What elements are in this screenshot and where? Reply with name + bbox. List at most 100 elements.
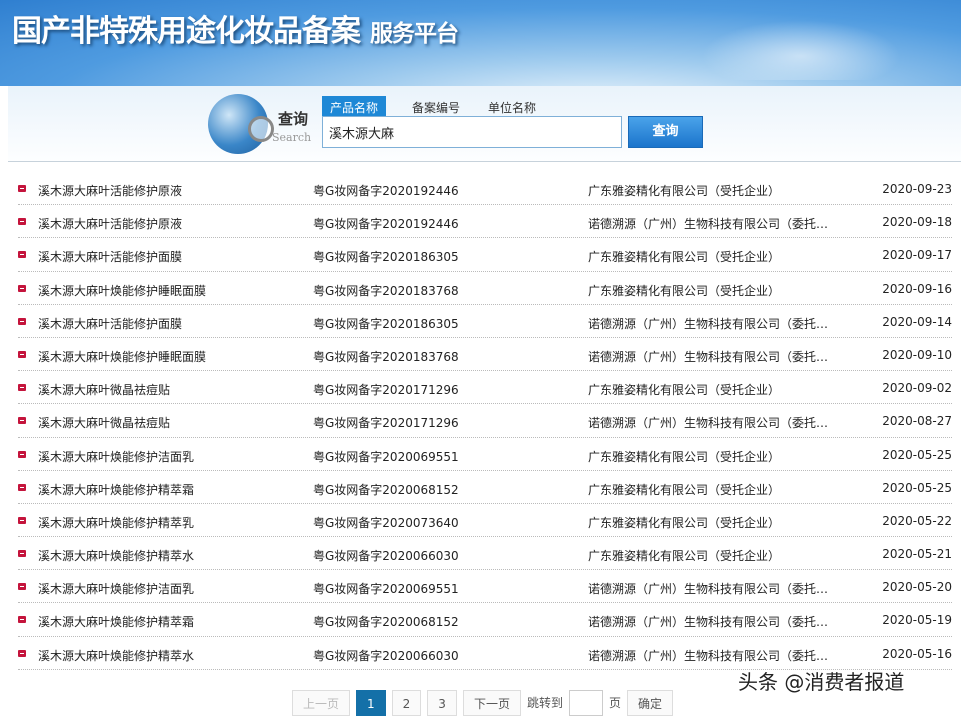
table-row[interactable]: 溪木源大麻叶活能修护原液 粤G妆网备字2020192446 诺德溯源（广州）生物科技… xyxy=(18,205,952,239)
page-unit-label: 页 xyxy=(608,696,621,710)
bullet-icon xyxy=(18,649,26,657)
record-number: 粤G妆网备字2020183768 xyxy=(313,349,459,364)
record-number: 粤G妆网备字2020192446 xyxy=(313,184,459,198)
record-date: 2020-09-16 xyxy=(882,281,952,296)
record-number: 粤G妆网备字2020073640 xyxy=(313,515,459,530)
company-name: 诺德溯源（广州）生物科技有限公司（委托… xyxy=(588,582,829,597)
magnifier-icon xyxy=(248,116,274,142)
record-date: 2020-09-18 xyxy=(882,215,952,230)
company-name: 诺德溯源（广州）生物科技有限公司（委托… xyxy=(588,615,829,630)
company-name: 广东雅姿精化有限公司（受托企业） xyxy=(588,449,781,464)
company-name: 广东雅姿精化有限公司（受托企业） xyxy=(588,515,781,530)
title-sub: 服务平台 xyxy=(370,20,459,47)
tab-record-number[interactable]: 备案编号 xyxy=(404,96,468,116)
result-list: 溪木源大麻叶活能修护原液 粤G妆网备字2020192446 广东雅姿精化有限公司（受… xyxy=(18,172,952,670)
bullet-icon xyxy=(18,516,26,524)
product-name-link[interactable]: 溪木源大麻叶焕能修护睡眠面膜 xyxy=(38,348,206,365)
table-row[interactable]: 溪木源大麻叶微晶祛痘贴 粤G妆网备字2020171296 广东雅姿精化有限公司（受托… xyxy=(18,371,952,405)
table-row[interactable]: 溪木源大麻叶焕能修护睡眠面膜 粤G妆网备字2020183768 诺德溯源（广州）生物… xyxy=(18,338,952,372)
company-name: 诺德溯源（广州）生物科技有限公司（委托… xyxy=(588,217,829,232)
record-date: 2020-05-20 xyxy=(882,580,952,595)
product-name-link[interactable]: 溪木源大麻叶焕能修护精萃霜 xyxy=(38,481,194,498)
product-name-link[interactable]: 溪木源大麻叶焕能修护睡眠面膜 xyxy=(38,282,206,299)
page-3-button[interactable]: 3 xyxy=(427,690,457,716)
tab-company-name[interactable]: 单位名称 xyxy=(480,96,544,116)
product-name-link[interactable]: 溪木源大麻叶焕能修护洁面乳 xyxy=(38,448,194,465)
page-title: 国产非特殊用途化妆品备案 服务平台 xyxy=(12,6,459,50)
product-name-link[interactable]: 溪木源大麻叶微晶祛痘贴 xyxy=(38,381,170,398)
page-2-button[interactable]: 2 xyxy=(391,690,422,716)
company-name: 广东雅姿精化有限公司（受托企业） xyxy=(588,283,781,298)
confirm-jump-button[interactable]: 确定 xyxy=(626,690,673,716)
header-banner: 国产非特殊用途化妆品备案 服务平台 xyxy=(0,0,961,86)
next-page-button[interactable]: 下一页 xyxy=(462,690,521,716)
table-row[interactable]: 溪木源大麻叶焕能修护精萃水 粤G妆网备字2020066030 诺德溯源（广州）生物科… xyxy=(18,637,952,670)
product-name-link[interactable]: 溪木源大麻叶焕能修护精萃水 xyxy=(38,647,194,664)
product-name-link[interactable]: 溪木源大麻叶焕能修护精萃霜 xyxy=(38,613,194,630)
company-name: 广东雅姿精化有限公司（受托企业） xyxy=(588,184,781,198)
bullet-icon xyxy=(18,550,26,558)
tab-product-name[interactable]: 产品名称 xyxy=(322,96,387,116)
company-name: 诺德溯源（广州）生物科技有限公司（委托… xyxy=(588,648,829,663)
product-name-link[interactable]: 溪木源大麻叶活能修护原液 xyxy=(38,182,182,199)
table-row[interactable]: 溪木源大麻叶焕能修护精萃霜 粤G妆网备字2020068152 广东雅姿精化有限公司（… xyxy=(18,471,952,504)
table-row[interactable]: 溪木源大麻叶焕能修护洁面乳 粤G妆网备字2020069551 广东雅姿精化有限公司（… xyxy=(18,438,952,471)
company-name: 广东雅姿精化有限公司（受托企业） xyxy=(588,383,781,398)
company-name: 广东雅姿精化有限公司（受托企业） xyxy=(588,549,781,564)
record-date: 2020-09-23 xyxy=(882,182,952,196)
title-main: 国产非特殊用途化妆品备案 xyxy=(12,14,361,49)
world-map-decoration xyxy=(701,20,901,80)
table-row[interactable]: 溪木源大麻叶活能修护面膜 粤G妆网备字2020186305 广东雅姿精化有限公司（受… xyxy=(18,238,952,272)
bullet-icon xyxy=(18,450,26,458)
table-row[interactable]: 溪木源大麻叶焕能修护洁面乳 粤G妆网备字2020069551 诺德溯源（广州）生物科… xyxy=(18,570,952,604)
record-number: 粤G妆网备字2020192446 xyxy=(313,217,459,232)
record-number: 粤G妆网备字2020069551 xyxy=(313,449,459,464)
record-date: 2020-05-22 xyxy=(882,513,952,528)
table-row[interactable]: 溪木源大麻叶焕能修护精萃霜 粤G妆网备字2020068152 诺德溯源（广州）生物科… xyxy=(18,603,952,637)
bullet-icon xyxy=(18,251,26,259)
company-name: 广东雅姿精化有限公司（受托企业） xyxy=(588,250,781,265)
product-name-link[interactable]: 溪木源大麻叶活能修护面膜 xyxy=(38,315,182,332)
record-number: 粤G妆网备字2020069551 xyxy=(313,582,459,597)
table-row[interactable]: 溪木源大麻叶活能修护面膜 粤G妆网备字2020186305 诺德溯源（广州）生物科技… xyxy=(18,305,952,338)
bullet-icon xyxy=(18,185,26,192)
record-date: 2020-09-17 xyxy=(882,248,952,263)
record-date: 2020-09-14 xyxy=(882,314,952,329)
product-name-link[interactable]: 溪木源大麻叶活能修护面膜 xyxy=(38,248,182,265)
record-date: 2020-05-25 xyxy=(882,480,952,495)
record-number: 粤G妆网备字2020171296 xyxy=(313,383,459,398)
product-name-link[interactable]: 溪木源大麻叶焕能修护精萃水 xyxy=(38,547,194,564)
search-input[interactable] xyxy=(322,116,622,148)
bullet-icon xyxy=(18,218,26,226)
record-number: 粤G妆网备字2020183768 xyxy=(313,283,459,298)
product-name-link[interactable]: 溪木源大麻叶焕能修护精萃乳 xyxy=(38,514,194,531)
table-row[interactable]: 溪木源大麻叶焕能修护精萃乳 粤G妆网备字2020073640 广东雅姿精化有限公司（… xyxy=(18,504,952,538)
search-label-en: Search xyxy=(272,131,312,144)
bullet-icon xyxy=(18,384,26,392)
pagination: 上一页 1 2 3 下一页 跳转到 页 确定 xyxy=(292,690,673,716)
record-number: 粤G妆网备字2020066030 xyxy=(313,648,459,663)
bullet-icon xyxy=(18,616,26,624)
table-row[interactable]: 溪木源大麻叶焕能修护精萃水 粤G妆网备字2020066030 广东雅姿精化有限公司（… xyxy=(18,537,952,571)
jump-page-input[interactable] xyxy=(568,690,603,716)
prev-page-button[interactable]: 上一页 xyxy=(292,690,351,716)
page-1-button[interactable]: 1 xyxy=(356,690,386,716)
bullet-icon xyxy=(18,317,26,325)
search-panel: 查询 Search 产品名称 备案编号 单位名称 查询 xyxy=(8,86,961,162)
watermark: 头条 @消费者报道 xyxy=(738,670,905,694)
table-row[interactable]: 溪木源大麻叶微晶祛痘贴 粤G妆网备字2020171296 诺德溯源（广州）生物科技有… xyxy=(18,404,952,438)
product-name-link[interactable]: 溪木源大麻叶活能修护原液 xyxy=(38,215,182,232)
record-date: 2020-09-10 xyxy=(882,347,952,362)
company-name: 诺德溯源（广州）生物科技有限公司（委托… xyxy=(588,349,829,364)
record-number: 粤G妆网备字2020068152 xyxy=(313,615,459,630)
table-row[interactable]: 溪木源大麻叶焕能修护睡眠面膜 粤G妆网备字2020183768 广东雅姿精化有限公司… xyxy=(18,272,952,305)
company-name: 诺德溯源（广州）生物科技有限公司（委托… xyxy=(588,316,829,331)
product-name-link[interactable]: 溪木源大麻叶微晶祛痘贴 xyxy=(38,414,170,431)
product-name-link[interactable]: 溪木源大麻叶焕能修护洁面乳 xyxy=(38,580,194,597)
record-date: 2020-05-25 xyxy=(882,447,952,462)
bullet-icon xyxy=(18,483,26,491)
company-name: 广东雅姿精化有限公司（受托企业） xyxy=(588,482,781,497)
table-row[interactable]: 溪木源大麻叶活能修护原液 粤G妆网备字2020192446 广东雅姿精化有限公司（受… xyxy=(18,172,952,206)
search-button[interactable]: 查询 xyxy=(628,116,703,148)
record-date: 2020-05-21 xyxy=(882,547,952,562)
